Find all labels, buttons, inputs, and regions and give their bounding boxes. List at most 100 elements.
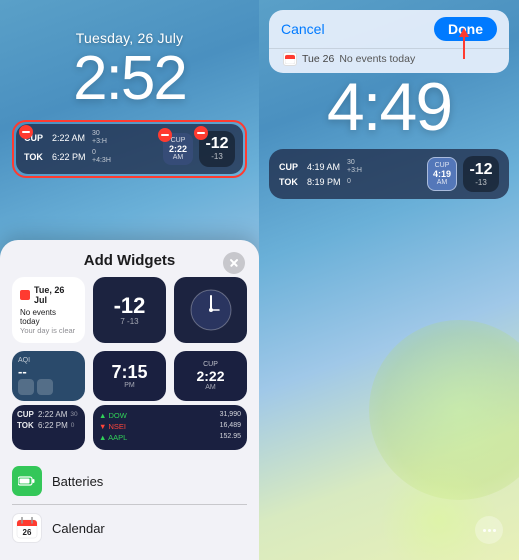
minus-minicup-button[interactable] bbox=[158, 128, 172, 142]
aqi-tile[interactable]: AQI -- bbox=[12, 351, 85, 401]
modal-close-button[interactable] bbox=[223, 252, 245, 274]
list-item-calendar[interactable]: 26 Calendar bbox=[12, 505, 247, 551]
tile-num-big: -12 bbox=[114, 295, 146, 317]
cup-mini-sub: AM bbox=[205, 384, 216, 391]
tile-num-sub: 7 -13 bbox=[120, 317, 138, 326]
top-bar-container: Cancel Done Tue 26 No events today bbox=[269, 10, 509, 73]
calendar-widget-tile[interactable]: Tue, 26 Jul No events today Your day is … bbox=[12, 277, 85, 343]
left-time: 2:52 bbox=[0, 48, 259, 110]
num-value: -12 bbox=[205, 136, 228, 152]
stock-aapl-label: ▲ AAPL bbox=[99, 433, 127, 442]
status-event: No events today bbox=[339, 53, 415, 65]
num-sub: -13 bbox=[211, 152, 223, 161]
widget-row: CUP 2:22 AM 30 +3:H TOK 6:22 PM 0 +4:3H bbox=[16, 124, 243, 174]
right-tok-diff1: 0 bbox=[347, 178, 351, 186]
cup-mini-tile[interactable]: CUP 2:22 AM bbox=[174, 351, 247, 401]
batteries-label: Batteries bbox=[52, 474, 103, 489]
right-panel: Cancel Done Tue 26 No events today 4:49 … bbox=[259, 0, 519, 560]
right-mini-cup: CUP 4:19 AM bbox=[427, 157, 457, 191]
red-arrow-indicator bbox=[459, 28, 469, 59]
minus-worldclock-button[interactable] bbox=[19, 125, 33, 139]
arrow-head-icon bbox=[459, 28, 469, 37]
right-tok-label: TOK bbox=[279, 177, 303, 187]
dot-2 bbox=[488, 529, 491, 532]
cup-diff2: +3:H bbox=[92, 138, 107, 146]
dot-3 bbox=[493, 529, 496, 532]
wc-tok-label: TOK bbox=[17, 421, 35, 430]
modal-title: Add Widgets bbox=[84, 252, 176, 269]
topbar-inner: Cancel Done bbox=[269, 10, 509, 48]
widget-row-highlighted: CUP 2:22 AM 30 +3:H TOK 6:22 PM 0 +4:3H bbox=[12, 120, 247, 178]
tok-label: TOK bbox=[24, 152, 48, 162]
stock-aapl-val: 152.95 bbox=[220, 433, 241, 442]
aqi-label: AQI bbox=[18, 357, 79, 364]
wc-cup-label: CUP bbox=[17, 410, 35, 419]
world-clock-tile[interactable]: CUP 2:22 AM 30 TOK 6:22 PM 0 bbox=[12, 405, 85, 450]
tile-cal-event: No events today bbox=[20, 308, 77, 326]
right-cup-diff2: +3:H bbox=[347, 167, 362, 175]
analog-clock-icon bbox=[189, 288, 233, 332]
calendar-status-icon bbox=[283, 52, 297, 66]
stocks-tile[interactable]: ▲ DOW 31,990 ▼ NSEI 16,489 ▲ AAPL 152.95 bbox=[93, 405, 247, 450]
world-clock-widget[interactable]: CUP 2:22 AM 30 +3:H TOK 6:22 PM 0 +4:3H bbox=[24, 130, 157, 168]
widget-grid-row2: CUP 2:22 AM 30 TOK 6:22 PM 0 ▲ DOW 31,99… bbox=[0, 405, 259, 458]
status-date: Tue 26 bbox=[302, 53, 334, 65]
cup-mini-time: 2:22 bbox=[196, 369, 224, 383]
batteries-icon bbox=[12, 466, 42, 496]
wc-cup-diff: 30 bbox=[70, 411, 77, 418]
right-cup-label: CUP bbox=[279, 162, 303, 172]
clock-tile[interactable] bbox=[174, 277, 247, 343]
right-mini-label: CUP bbox=[435, 162, 450, 169]
right-num-value: -12 bbox=[469, 162, 492, 178]
time-big-tile[interactable]: 7:15 PM bbox=[93, 351, 166, 401]
modal-header: Add Widgets bbox=[0, 252, 259, 277]
left-panel: Tuesday, 26 July 2:52 CUP 2:22 AM 30 +3:… bbox=[0, 0, 259, 560]
aqi-icon-2 bbox=[37, 379, 53, 395]
number-tile[interactable]: -12 7 -13 bbox=[93, 277, 166, 343]
tile-cal-sub: Your day is clear bbox=[20, 326, 77, 335]
minus-number-button[interactable] bbox=[194, 126, 208, 140]
tok-diff2: +4:3H bbox=[92, 157, 111, 165]
tok-diff1: 0 bbox=[92, 149, 111, 157]
mini-cup-sub: AM bbox=[173, 154, 184, 161]
right-cup-time: 4:19 AM bbox=[307, 162, 343, 172]
calendar-list-label: Calendar bbox=[52, 521, 105, 536]
time-big-val: 7:15 bbox=[111, 363, 147, 381]
cup-diff1: 30 bbox=[92, 130, 107, 138]
right-widget-row: CUP 4:19 AM 30 +3:H TOK 8:19 PM 0 CUP 4:… bbox=[269, 149, 509, 199]
right-mini-time: 4:19 bbox=[433, 169, 451, 179]
right-tok-time: 8:19 PM bbox=[307, 177, 343, 187]
arrow-line-icon bbox=[463, 37, 465, 59]
mini-cup-time: 2:22 bbox=[169, 144, 187, 154]
right-mini-sub: AM bbox=[437, 179, 448, 186]
wc-tok-diff: 0 bbox=[71, 422, 75, 429]
stock-dow-label: ▲ DOW bbox=[99, 411, 127, 420]
cup-mini-label: CUP bbox=[203, 361, 218, 368]
right-clock-table: CUP 4:19 AM 30 +3:H TOK 8:19 PM 0 bbox=[279, 159, 421, 190]
right-time: 4:49 bbox=[269, 73, 509, 141]
aqi-value: -- bbox=[18, 364, 79, 379]
right-cup-diff1: 30 bbox=[347, 159, 362, 167]
cancel-button[interactable]: Cancel bbox=[281, 21, 325, 37]
add-widgets-modal: Add Widgets Tue, 26 Jul No events today … bbox=[0, 240, 259, 560]
mini-cup-label: CUP bbox=[171, 137, 186, 144]
aqi-icon-1 bbox=[18, 379, 34, 395]
three-dots-button[interactable] bbox=[475, 516, 503, 544]
right-num-widget: -12 -13 bbox=[463, 156, 499, 192]
stock-dow-val: 31,990 bbox=[220, 411, 241, 420]
time-big-sub: PM bbox=[124, 382, 135, 389]
wc-cup-time: 2:22 AM bbox=[38, 410, 67, 419]
left-lockscreen-header: Tuesday, 26 July 2:52 bbox=[0, 0, 259, 110]
widget-list: Batteries 26 Calendar bbox=[0, 458, 259, 551]
cal-dot-icon bbox=[20, 290, 30, 300]
tok-time: 6:22 PM bbox=[52, 152, 88, 162]
cup-time: 2:22 AM bbox=[52, 133, 88, 143]
number-widget[interactable]: -12 -13 bbox=[199, 131, 235, 167]
list-item-batteries[interactable]: Batteries bbox=[12, 458, 247, 505]
calendar-list-icon: 26 bbox=[12, 513, 42, 543]
tile-cal-date: Tue, 26 Jul bbox=[34, 285, 77, 305]
mini-cup-widget[interactable]: CUP 2:22 AM bbox=[163, 133, 193, 165]
right-num-sub: -13 bbox=[475, 178, 487, 187]
wc-tok-time: 6:22 PM bbox=[38, 421, 68, 430]
svg-text:26: 26 bbox=[23, 528, 32, 537]
